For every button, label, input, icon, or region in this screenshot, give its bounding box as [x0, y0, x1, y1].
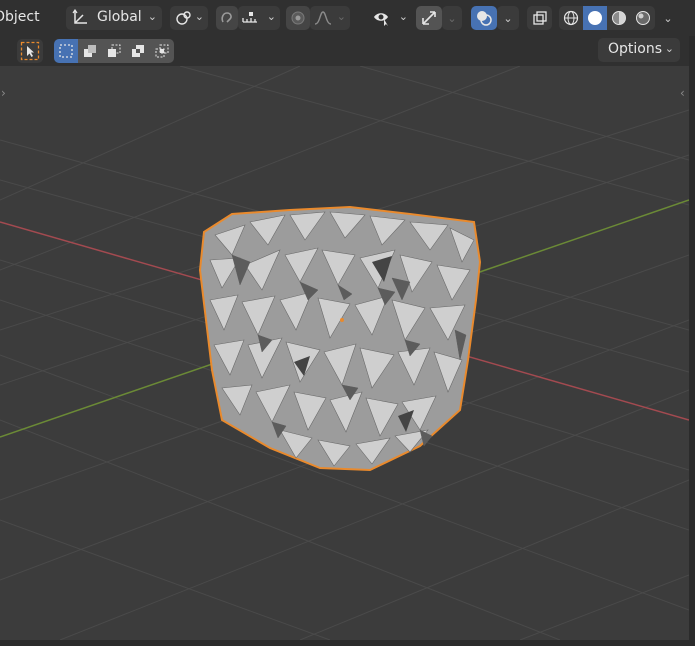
wireframe-sphere-icon: [563, 10, 579, 26]
xray-toggle[interactable]: [527, 6, 552, 30]
transform-orientation-dropdown[interactable]: Global ⌄: [66, 6, 162, 30]
options-label: Options: [608, 41, 663, 57]
area-divider-right: [689, 36, 695, 646]
chevron-down-icon: ⌄: [266, 10, 276, 23]
proportional-editing-icon: [290, 10, 306, 26]
orientation-label: Global: [97, 9, 142, 25]
selection-mode-intersect[interactable]: [150, 39, 174, 63]
tool-settings-bar: Options ⌄: [0, 36, 695, 66]
selection-mode-difference[interactable]: [126, 39, 150, 63]
proportional-editing-toggle[interactable]: [286, 6, 310, 30]
chevron-down-icon: ⌄: [503, 11, 513, 25]
selection-mode-subtract[interactable]: [102, 39, 126, 63]
shading-dropdown[interactable]: ⌄: [657, 6, 679, 30]
area-divider-bottom: [0, 640, 695, 646]
object-origin: [340, 318, 344, 322]
active-tool-button[interactable]: [17, 39, 43, 63]
snap-icon: [219, 10, 235, 26]
xray-toggle-icon: [532, 10, 548, 26]
select-box-icon: [20, 41, 40, 61]
material-sphere-icon: [611, 10, 627, 26]
shading-material-button[interactable]: [607, 6, 631, 30]
transform-orientation-icon: [71, 9, 89, 27]
object-mode-menu[interactable]: Object: [0, 9, 40, 25]
selectability-visibility-dropdown[interactable]: ⌄: [370, 6, 410, 30]
chevron-down-icon: ⌄: [398, 10, 408, 23]
falloff-curve-icon: [314, 10, 332, 26]
select-intersect-icon: [154, 43, 170, 59]
rendered-sphere-icon: [635, 10, 651, 26]
select-difference-icon: [130, 43, 146, 59]
shading-solid-button[interactable]: [583, 6, 607, 30]
gizmo-icon: [420, 9, 438, 27]
chevron-down-icon: ⌄: [663, 11, 673, 25]
selection-mode-set[interactable]: [54, 39, 78, 63]
overlays-toggle[interactable]: [471, 6, 497, 30]
snap-toggle[interactable]: [216, 6, 238, 30]
sidebar-expand-arrow-icon[interactable]: ‹: [680, 86, 685, 100]
snap-increment-icon: [241, 10, 259, 26]
chevron-down-icon: ⌄: [664, 42, 674, 55]
falloff-dropdown[interactable]: ⌄: [310, 6, 350, 30]
eye-selectability-icon: [372, 9, 392, 27]
pivot-point-dropdown[interactable]: ⌄: [170, 6, 208, 30]
viewport-header: Object Global ⌄ ⌄ ⌄ ⌄: [0, 0, 695, 36]
solid-sphere-icon: [587, 10, 603, 26]
options-dropdown[interactable]: Options ⌄: [598, 38, 680, 62]
gizmo-toggle[interactable]: [416, 6, 442, 30]
snap-target-dropdown[interactable]: ⌄: [238, 6, 280, 30]
chevron-down-icon: ⌄: [194, 10, 204, 23]
selection-mode-extend[interactable]: [78, 39, 102, 63]
overlays-dropdown[interactable]: ⌄: [497, 6, 519, 30]
shading-rendered-button[interactable]: [631, 6, 655, 30]
select-extend-icon: [82, 43, 98, 59]
3d-viewport[interactable]: › ‹: [0, 66, 689, 640]
shading-wireframe-button[interactable]: [559, 6, 583, 30]
chevron-down-icon: ⌄: [336, 10, 346, 23]
chevron-down-icon: ⌄: [447, 11, 457, 25]
gizmo-dropdown[interactable]: ⌄: [442, 6, 462, 30]
pivot-point-icon: [174, 9, 192, 27]
select-new-icon: [58, 43, 74, 59]
toolbar-expand-arrow-icon[interactable]: ›: [1, 86, 6, 100]
select-subtract-icon: [106, 43, 122, 59]
chevron-down-icon: ⌄: [147, 10, 157, 23]
viewport-scene: [0, 66, 689, 640]
cracked-cube-object[interactable]: [198, 205, 482, 472]
overlays-icon: [475, 9, 493, 27]
